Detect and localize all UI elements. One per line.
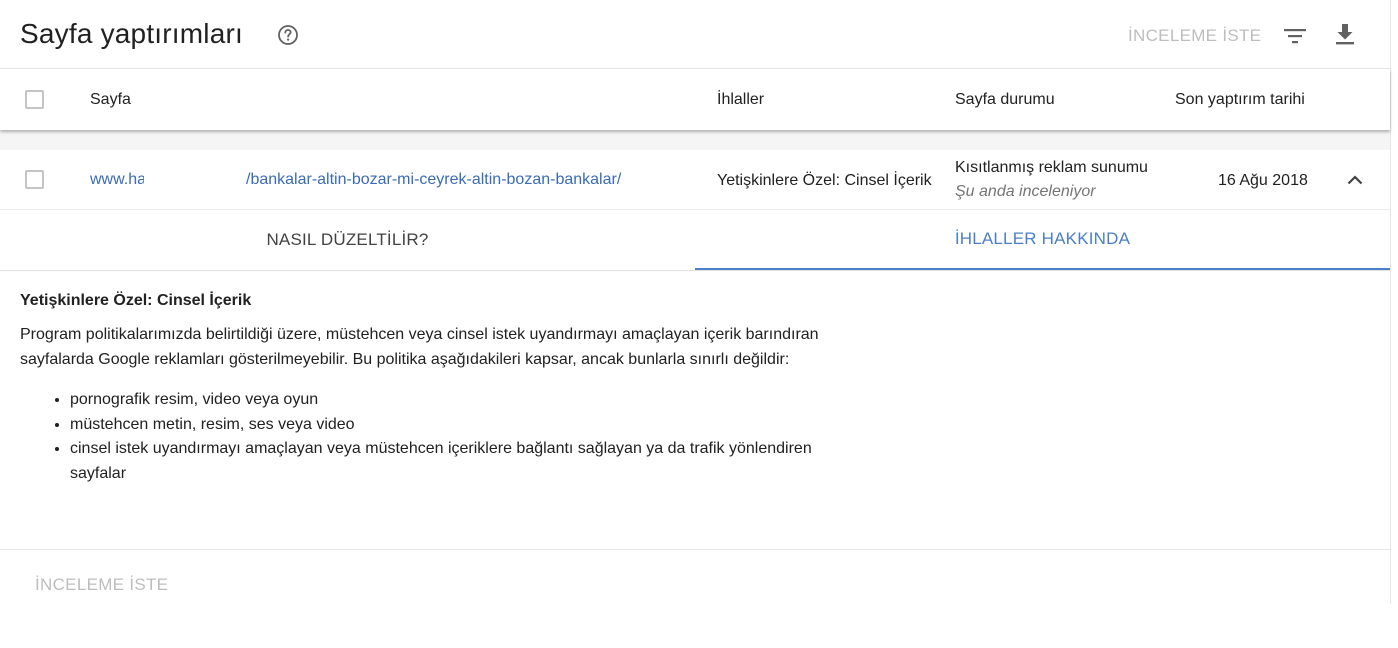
- tab-how-to-fix[interactable]: NASIL DÜZELTİLİR?: [0, 210, 695, 270]
- column-header-violations[interactable]: İhlaller: [717, 91, 764, 109]
- enforcement-date: 16 Ağu 2018: [1218, 172, 1308, 189]
- column-header-page[interactable]: Sayfa: [90, 91, 131, 109]
- violation-details: Yetişkinlere Özel: Cinsel İçerik Program…: [20, 290, 840, 486]
- violation-type: Yetişkinlere Özel: Cinsel İçerik: [717, 172, 932, 189]
- list-item: pornografik resim, video veya oyun: [70, 388, 840, 413]
- tab-about-violations[interactable]: İHLALLER HAKKINDA: [695, 210, 1390, 270]
- page-status: Kısıtlanmış reklam sunumu: [955, 159, 1148, 176]
- page-enforcements-panel: Sayfa yaptırımları İNCELEME İSTE Sayfa İ…: [0, 0, 1391, 604]
- row-checkbox[interactable]: [25, 170, 44, 189]
- column-header-status[interactable]: Sayfa durumu: [955, 91, 1055, 109]
- download-icon[interactable]: [1333, 22, 1357, 46]
- column-header-date[interactable]: Son yaptırım tarihi: [1175, 91, 1305, 109]
- page-title: Sayfa yaptırımları: [20, 18, 244, 49]
- request-review-footer-button[interactable]: İNCELEME İSTE: [35, 575, 168, 595]
- chevron-up-icon[interactable]: [1344, 169, 1366, 191]
- table-row[interactable]: www.ha /bankalar-altin-bozar-mi-ceyrek-a…: [0, 150, 1390, 210]
- page-header: Sayfa yaptırımları İNCELEME İSTE: [0, 0, 1390, 69]
- page-status-detail: Şu anda inceleniyor: [955, 183, 1096, 200]
- request-review-button[interactable]: İNCELEME İSTE: [1128, 26, 1261, 46]
- list-item: cinsel istek uyandırmayı amaçlayan veya …: [70, 437, 840, 486]
- select-all-checkbox[interactable]: [25, 90, 44, 109]
- page-url-path[interactable]: /bankalar-altin-bozar-mi-ceyrek-altin-bo…: [246, 171, 621, 189]
- filter-icon[interactable]: [1283, 24, 1307, 48]
- details-title: Yetişkinlere Özel: Cinsel İçerik: [20, 292, 252, 309]
- divider: [0, 549, 1390, 550]
- table-header: Sayfa İhlaller Sayfa durumu Son yaptırım…: [0, 69, 1390, 130]
- help-icon[interactable]: [277, 24, 299, 46]
- detail-tabs: NASIL DÜZELTİLİR? İHLALLER HAKKINDA: [0, 210, 1390, 271]
- details-body: Program politikalarımızda belirtildiği ü…: [20, 326, 819, 368]
- table-spacer: [0, 130, 1390, 150]
- list-item: müstehcen metin, resim, ses veya video: [70, 413, 840, 438]
- page-url-host[interactable]: www.ha: [90, 171, 144, 189]
- details-list: pornografik resim, video veya oyun müste…: [20, 388, 840, 486]
